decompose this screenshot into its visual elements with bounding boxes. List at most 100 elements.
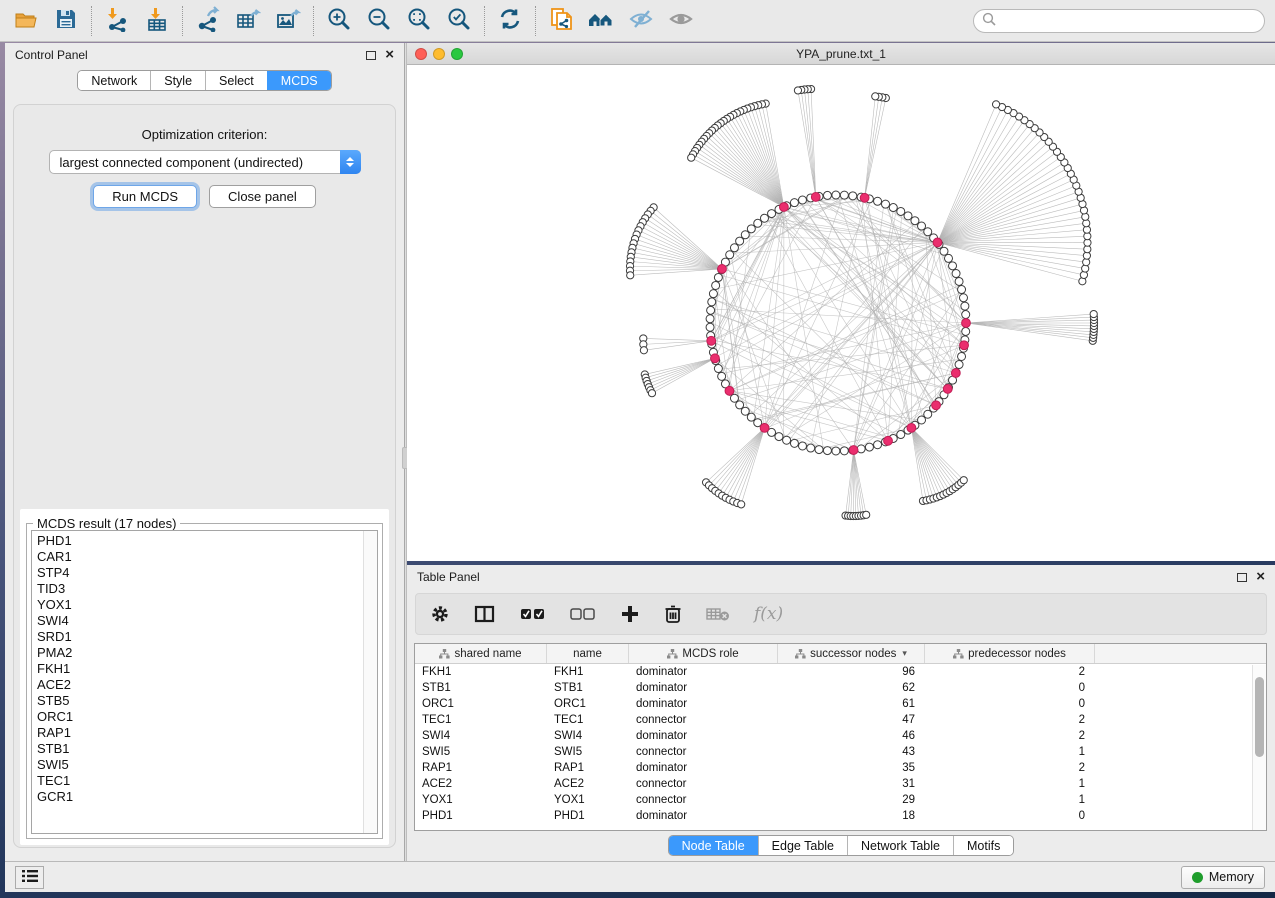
mcds-list-scrollbar[interactable] — [363, 531, 377, 833]
ring-node[interactable] — [706, 315, 714, 323]
mcds-result-item[interactable]: GCR1 — [32, 789, 363, 805]
mcds-node[interactable] — [760, 423, 769, 432]
mcds-node[interactable] — [884, 436, 893, 445]
memory-button[interactable]: Memory — [1181, 866, 1265, 889]
zoom-fit-button[interactable] — [403, 5, 435, 37]
ring-node[interactable] — [790, 439, 798, 447]
mcds-result-item[interactable]: SRD1 — [32, 629, 363, 645]
close-panel-icon[interactable]: × — [385, 50, 394, 60]
column-header-successor-nodes[interactable]: successor nodes▾ — [778, 644, 925, 663]
mcds-result-item[interactable]: SWI5 — [32, 757, 363, 773]
ring-node[interactable] — [815, 446, 823, 454]
mcds-result-item[interactable]: CAR1 — [32, 549, 363, 565]
leaf-node[interactable] — [863, 511, 870, 518]
ring-node[interactable] — [706, 323, 714, 331]
ring-node[interactable] — [741, 231, 749, 239]
ring-node[interactable] — [955, 361, 963, 369]
ring-node[interactable] — [924, 410, 932, 418]
ring-node[interactable] — [714, 365, 722, 373]
zoom-window-icon[interactable] — [451, 48, 463, 60]
close-window-icon[interactable] — [415, 48, 427, 60]
leaf-node[interactable] — [960, 477, 967, 484]
ring-node[interactable] — [754, 219, 762, 227]
first-neighbors-button[interactable] — [585, 5, 617, 37]
mcds-result-item[interactable]: YOX1 — [32, 597, 363, 613]
mcds-node[interactable] — [933, 238, 942, 247]
table-row[interactable]: ACE2ACE2connector311 — [415, 776, 1266, 792]
ring-node[interactable] — [798, 442, 806, 450]
mcds-result-item[interactable]: SWI4 — [32, 613, 363, 629]
ring-node[interactable] — [865, 443, 873, 451]
leaf-node[interactable] — [1090, 310, 1097, 317]
mcds-node[interactable] — [932, 401, 941, 410]
ring-node[interactable] — [958, 352, 966, 360]
ring-node[interactable] — [944, 254, 952, 262]
ring-node[interactable] — [783, 436, 791, 444]
mcds-result-item[interactable]: FKH1 — [32, 661, 363, 677]
zoom-in-button[interactable] — [323, 5, 355, 37]
ring-node[interactable] — [730, 244, 738, 252]
optimization-criterion-select[interactable]: largest connected component (undirected) — [49, 150, 361, 174]
hide-selected-button[interactable] — [625, 5, 657, 37]
table-tab-edge-table[interactable]: Edge Table — [758, 836, 847, 855]
export-table-button[interactable] — [232, 5, 264, 37]
ring-node[interactable] — [790, 199, 798, 207]
table-tab-network-table[interactable]: Network Table — [847, 836, 953, 855]
add-column-icon[interactable] — [620, 604, 640, 624]
ring-node[interactable] — [940, 247, 948, 255]
task-history-button[interactable] — [15, 866, 44, 889]
leaf-node[interactable] — [738, 501, 745, 508]
ring-node[interactable] — [747, 225, 755, 233]
mcds-node[interactable] — [707, 336, 716, 345]
table-row[interactable]: ORC1ORC1dominator610 — [415, 696, 1266, 712]
table-tab-motifs[interactable]: Motifs — [953, 836, 1013, 855]
ring-node[interactable] — [730, 394, 738, 402]
ring-node[interactable] — [741, 407, 749, 415]
ring-node[interactable] — [918, 222, 926, 230]
table-row[interactable]: STB1STB1dominator620 — [415, 680, 1266, 696]
ring-node[interactable] — [958, 286, 966, 294]
ring-node[interactable] — [924, 228, 932, 236]
leaf-node[interactable] — [688, 154, 695, 161]
mcds-node[interactable] — [907, 423, 916, 432]
ring-node[interactable] — [775, 433, 783, 441]
mcds-result-item[interactable]: TEC1 — [32, 773, 363, 789]
export-image-button[interactable] — [272, 5, 304, 37]
mcds-node[interactable] — [951, 369, 960, 378]
mcds-node[interactable] — [725, 386, 734, 395]
ring-node[interactable] — [712, 281, 720, 289]
ring-node[interactable] — [918, 416, 926, 424]
ring-node[interactable] — [736, 401, 744, 409]
tab-mcds[interactable]: MCDS — [267, 71, 331, 90]
minimize-window-icon[interactable] — [433, 48, 445, 60]
mcds-result-list[interactable]: PHD1CAR1STP4TID3YOX1SWI4SRD1PMA2FKH1ACE2… — [31, 530, 378, 834]
mcds-result-item[interactable]: RAP1 — [32, 725, 363, 741]
search-input[interactable] — [1001, 14, 1256, 28]
save-session-button[interactable] — [50, 5, 82, 37]
tab-select[interactable]: Select — [205, 71, 267, 90]
mcds-node[interactable] — [860, 193, 869, 202]
close-panel-icon[interactable]: × — [1256, 572, 1265, 582]
ring-node[interactable] — [897, 431, 905, 439]
table-row[interactable]: RAP1RAP1dominator352 — [415, 760, 1266, 776]
ring-node[interactable] — [911, 217, 919, 225]
leaf-node[interactable] — [992, 101, 999, 108]
export-network-button[interactable] — [192, 5, 224, 37]
table-row[interactable]: PHD1PHD1dominator180 — [415, 808, 1266, 824]
scrollbar-thumb[interactable] — [1255, 677, 1264, 757]
mcds-node[interactable] — [811, 193, 820, 202]
mcds-node[interactable] — [943, 385, 952, 394]
function-builder-icon[interactable]: f(x) — [754, 604, 783, 624]
ring-node[interactable] — [840, 447, 848, 455]
ring-node[interactable] — [823, 191, 831, 199]
tab-network[interactable]: Network — [78, 71, 150, 90]
ring-node[interactable] — [959, 294, 967, 302]
leaf-node[interactable] — [648, 390, 655, 397]
zoom-out-button[interactable] — [363, 5, 395, 37]
ring-node[interactable] — [807, 444, 815, 452]
deselect-all-rows-icon[interactable] — [570, 606, 596, 622]
column-header-shared-name[interactable]: shared name — [415, 644, 547, 663]
mcds-result-item[interactable]: ORC1 — [32, 709, 363, 725]
mcds-node[interactable] — [780, 203, 789, 212]
ring-node[interactable] — [832, 447, 840, 455]
